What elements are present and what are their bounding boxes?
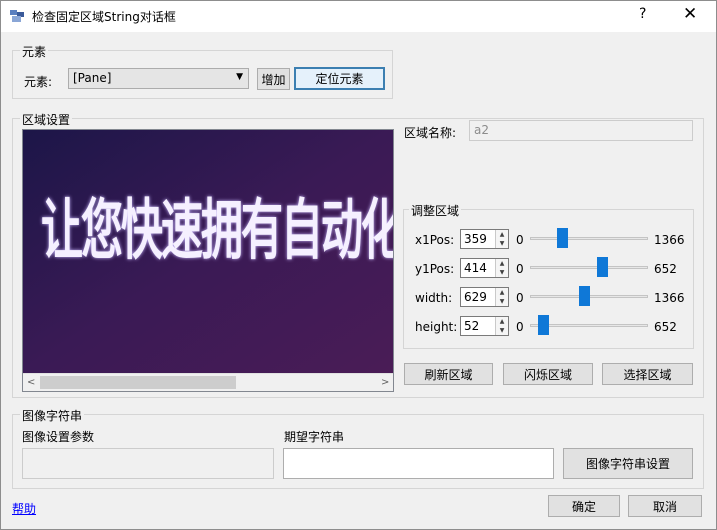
adjust-group-title: 调整区域 (409, 202, 462, 219)
x1pos-slider-track[interactable] (530, 237, 648, 240)
scroll-thumb[interactable] (40, 376, 236, 389)
x1pos-max: 1366 (654, 233, 685, 247)
chevron-down-icon: ▼ (236, 72, 243, 82)
region-name-field: a2 (469, 120, 693, 141)
spin-up-icon[interactable]: ▲ (496, 230, 508, 239)
x1pos-spinbox[interactable]: 359 ▲ ▼ (460, 229, 509, 249)
preview-text: 让您快速拥有自动化测试环境，源 (41, 191, 393, 268)
scroll-right-icon[interactable]: > (381, 377, 389, 388)
y1pos-min: 0 (516, 262, 524, 276)
spin-up-icon[interactable]: ▲ (496, 288, 508, 297)
x1pos-label: x1Pos: (415, 233, 455, 247)
select-region-button[interactable]: 选择区域 (602, 363, 693, 385)
width-value: 629 (464, 290, 487, 304)
y1pos-max: 652 (654, 262, 677, 276)
spin-up-icon[interactable]: ▲ (496, 317, 508, 326)
refresh-region-button[interactable]: 刷新区域 (404, 363, 493, 385)
spin-down-icon[interactable]: ▼ (496, 297, 508, 306)
y1pos-slider-thumb[interactable] (597, 257, 608, 277)
element-combo-value: [Pane] (73, 71, 112, 85)
y1pos-value: 414 (464, 261, 487, 275)
image-string-settings-button[interactable]: 图像字符串设置 (563, 448, 693, 479)
help-title-button[interactable]: ? (639, 6, 646, 22)
help-link[interactable]: 帮助 (12, 500, 36, 517)
y1pos-spinbox[interactable]: 414 ▲ ▼ (460, 258, 509, 278)
flash-region-button[interactable]: 闪烁区域 (503, 363, 593, 385)
horizontal-scrollbar[interactable]: < > (23, 373, 393, 391)
width-spinbox[interactable]: 629 ▲ ▼ (460, 287, 509, 307)
x1pos-value: 359 (464, 232, 487, 246)
preview-image: 让您快速拥有自动化测试环境，源 (23, 130, 393, 373)
spin-up-icon[interactable]: ▲ (496, 259, 508, 268)
image-string-group-title: 图像字符串 (20, 407, 85, 424)
x1pos-min: 0 (516, 233, 524, 247)
app-icon (9, 9, 25, 23)
element-group-title: 元素 (20, 43, 49, 60)
region-group-title: 区域设置 (20, 111, 73, 128)
element-label: 元素: (24, 75, 53, 89)
locate-element-button[interactable]: 定位元素 (294, 67, 385, 90)
expected-string-input[interactable] (283, 448, 554, 479)
height-slider-thumb[interactable] (538, 315, 549, 335)
height-value: 52 (464, 319, 480, 333)
element-combo[interactable]: [Pane] ▼ (68, 68, 249, 89)
preview-frame: 让您快速拥有自动化测试环境，源 < > (22, 129, 394, 392)
spin-down-icon[interactable]: ▼ (496, 326, 508, 335)
close-icon[interactable]: ✕ (683, 4, 697, 24)
image-params-label: 图像设置参数 (22, 430, 95, 444)
width-max: 1366 (654, 291, 685, 305)
cancel-button[interactable]: 取消 (628, 495, 702, 517)
y1pos-label: y1Pos: (415, 262, 455, 276)
height-max: 652 (654, 320, 677, 334)
height-spinbox[interactable]: 52 ▲ ▼ (460, 316, 509, 336)
width-min: 0 (516, 291, 524, 305)
spin-down-icon[interactable]: ▼ (496, 268, 508, 277)
ok-button[interactable]: 确定 (548, 495, 620, 517)
region-name-label: 区域名称: (404, 126, 457, 140)
region-name-value: a2 (474, 123, 489, 137)
expected-string-label: 期望字符串 (284, 430, 345, 444)
width-label: width: (415, 291, 453, 305)
scroll-left-icon[interactable]: < (27, 377, 35, 388)
add-button[interactable]: 增加 (257, 68, 290, 90)
y1pos-slider-track[interactable] (530, 266, 648, 269)
width-slider-thumb[interactable] (579, 286, 590, 306)
spin-down-icon[interactable]: ▼ (496, 239, 508, 248)
height-label: height: (415, 320, 458, 334)
x1pos-slider-thumb[interactable] (557, 228, 568, 248)
window-title: 检查固定区域String对话框 (32, 10, 176, 24)
image-params-field (22, 448, 274, 479)
height-min: 0 (516, 320, 524, 334)
